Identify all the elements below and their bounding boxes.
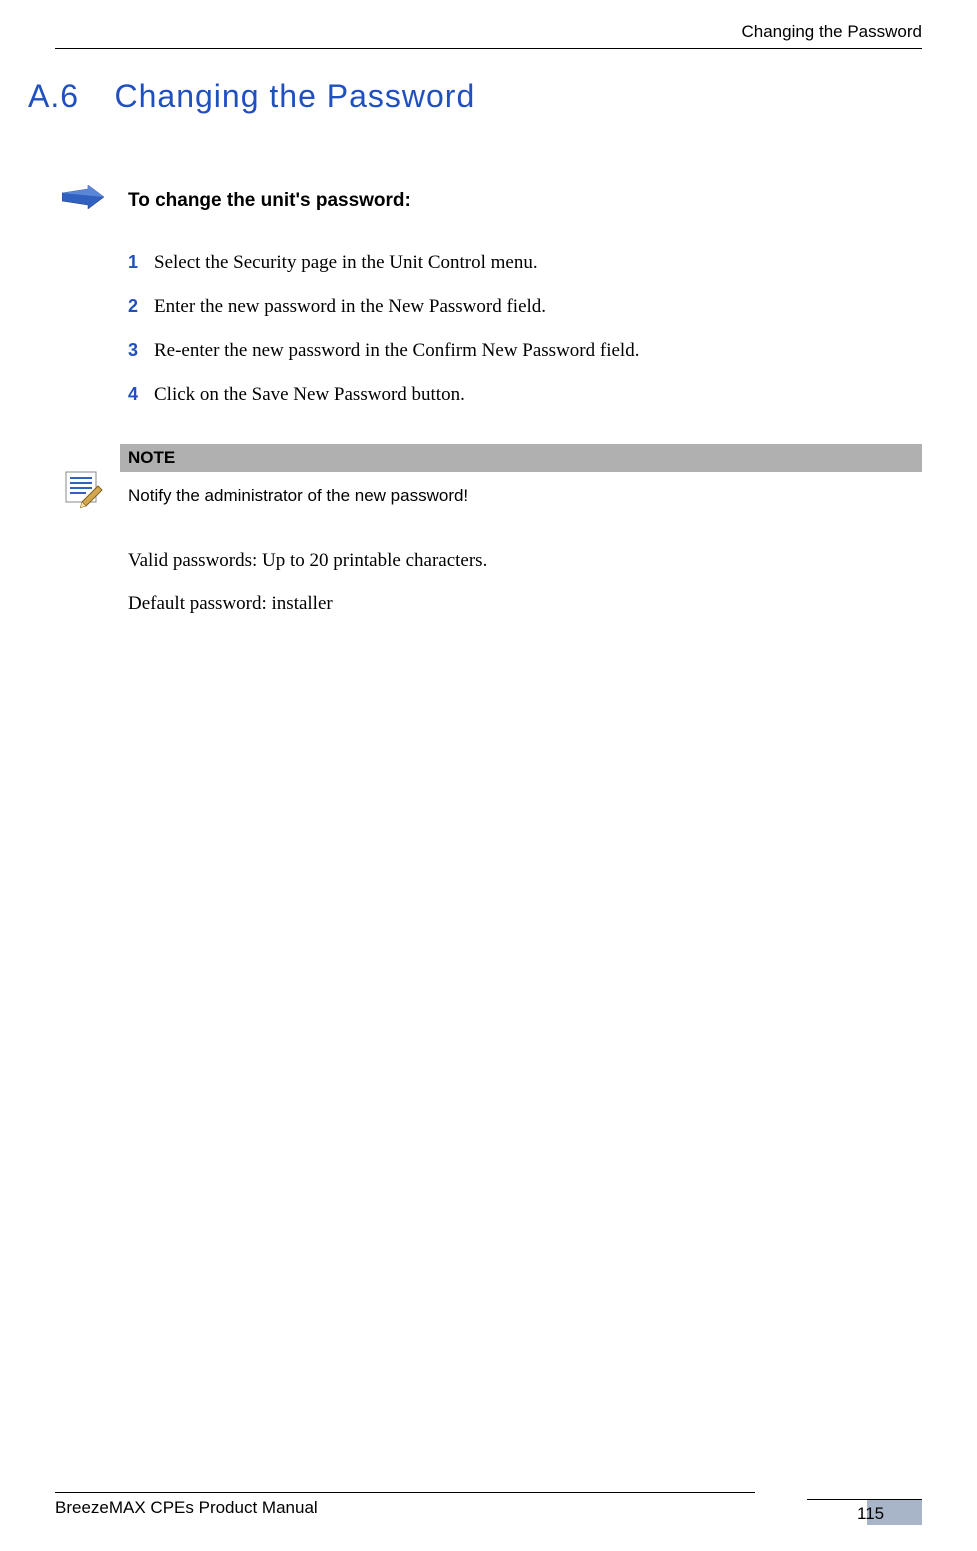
arrow-right-icon xyxy=(62,185,104,214)
section-title: Changing the Password xyxy=(114,78,475,115)
footer-rule xyxy=(55,1492,755,1493)
section-number: A.6 xyxy=(28,78,79,115)
step-number: 2 xyxy=(128,296,154,317)
step-text: Enter the new password in the New Passwo… xyxy=(154,296,546,317)
page-number-rule xyxy=(807,1499,922,1500)
section-heading: A.6 Changing the Password xyxy=(28,78,475,115)
step-number: 4 xyxy=(128,384,154,405)
footer-manual-name: BreezeMAX CPEs Product Manual xyxy=(55,1498,318,1518)
procedure-title: To change the unit's password: xyxy=(128,190,411,212)
step-text: Re-enter the new password in the Confirm… xyxy=(154,340,639,361)
procedure-steps: 1Select the Security page in the Unit Co… xyxy=(128,252,639,428)
note-pencil-icon xyxy=(62,466,104,513)
step-text: Click on the Save New Password button. xyxy=(154,384,465,405)
default-password-text: Default password: installer xyxy=(128,593,333,615)
step-item: 3Re-enter the new password in the Confir… xyxy=(128,340,639,362)
step-item: 4Click on the Save New Password button. xyxy=(128,384,639,406)
page-number: 115 xyxy=(857,1504,884,1524)
note-label: NOTE xyxy=(120,444,922,472)
page-number-box: 115 xyxy=(807,1499,922,1525)
step-number: 1 xyxy=(128,252,154,273)
step-item: 1Select the Security page in the Unit Co… xyxy=(128,252,639,274)
running-head: Changing the Password xyxy=(741,22,922,42)
note-body: Notify the administrator of the new pass… xyxy=(120,472,922,510)
step-text: Select the Security page in the Unit Con… xyxy=(154,252,538,273)
step-item: 2Enter the new password in the New Passw… xyxy=(128,296,639,318)
header-rule xyxy=(55,48,922,49)
note-box: NOTE Notify the administrator of the new… xyxy=(120,444,922,510)
step-number: 3 xyxy=(128,340,154,361)
valid-passwords-text: Valid passwords: Up to 20 printable char… xyxy=(128,550,487,572)
